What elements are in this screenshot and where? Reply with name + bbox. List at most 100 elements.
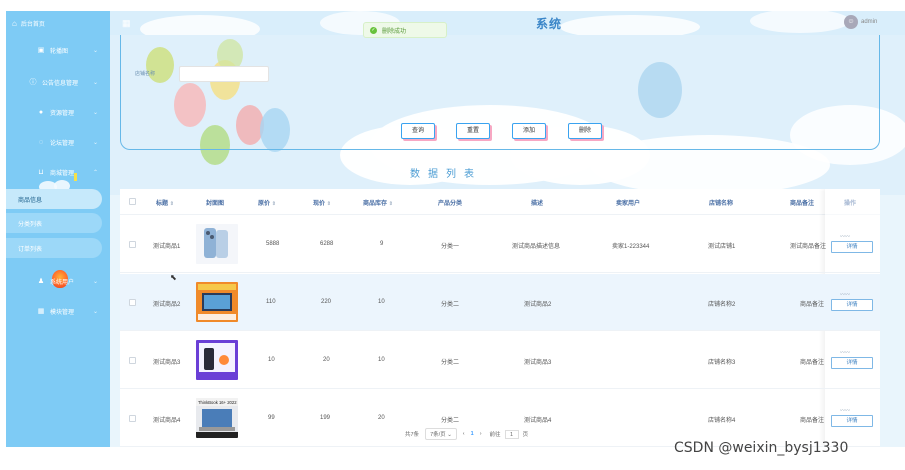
product-table: 标题 ⇕ 封面图 原价 ⇕ 现价 ⇕ 商品库存 ⇕ 产品分类 描述 卖家用户 店… <box>120 189 880 447</box>
sidebar-home-label: 后台首页 <box>20 21 45 28</box>
cell-stock: 20 <box>378 415 385 421</box>
cell-note: 商品备注 <box>800 302 825 308</box>
location-icon: ● <box>38 108 44 116</box>
select-all-checkbox[interactable] <box>129 198 136 205</box>
shop-name-input[interactable] <box>179 66 269 82</box>
sidebar-item-carousel[interactable]: ▣ 轮播图 ⌄ <box>6 39 110 61</box>
sort-icon: ⇕ <box>326 201 331 207</box>
scribble-decoration: 〰︎〰︎ <box>840 408 851 414</box>
prev-page-icon[interactable]: ‹ <box>463 431 465 437</box>
sidebar-item-label: 轮播图 <box>50 48 69 55</box>
watermark-text: CSDN @weixin_bysj1330 <box>674 440 849 456</box>
cell-category: 分类一 <box>441 244 460 250</box>
detail-button[interactable]: 详情 <box>831 241 873 253</box>
table-row: 测试商品3 10 20 10 分类二 测试商品3 店铺名称3 商品备注 〰︎〰︎… <box>120 332 880 389</box>
column-header-price[interactable]: 原价 ⇕ <box>258 198 276 207</box>
sidebar-item-notice[interactable]: ⓘ 公告信息管理 ⌄ <box>6 71 110 93</box>
cell-title: 测试商品4 <box>153 418 181 424</box>
add-button[interactable]: 添加 <box>512 123 546 139</box>
row-checkbox[interactable] <box>129 241 136 248</box>
sidebar-item-label: 论坛管理 <box>50 140 75 147</box>
sidebar-item-users[interactable]: ♟ 系统用户 ⌄ <box>6 270 110 292</box>
sidebar-subitem-categories[interactable]: 分类列表 <box>6 213 102 233</box>
cell-shop: 店铺名称4 <box>708 418 736 424</box>
toast-message: 删除成功 <box>382 28 407 35</box>
cell-description: 测试商品2 <box>524 302 552 308</box>
system-title: 系统 <box>536 17 563 31</box>
scribble-decoration: 〰︎〰︎ <box>840 292 851 298</box>
sidebar-item-label: 公告信息管理 <box>42 80 79 87</box>
row-checkbox[interactable] <box>129 415 136 422</box>
query-button[interactable]: 查询 <box>401 123 435 139</box>
grid-icon: ▦ <box>37 308 45 315</box>
cell-description: 测试商品3 <box>524 360 552 366</box>
column-header-category: 产品分类 <box>438 201 463 207</box>
cell-sale-price: 220 <box>321 299 332 305</box>
cell-sale-price: 6288 <box>320 241 334 247</box>
chevron-down-icon: ⌄ <box>92 79 98 86</box>
username-label[interactable]: admin <box>861 19 877 25</box>
detail-button[interactable]: 详情 <box>831 357 873 369</box>
chevron-down-icon: ⌄ <box>447 432 452 438</box>
table-row: 测试商品1 5888 6288 9 分类一 测试商品描述信息 卖家1-22334… <box>120 216 880 273</box>
cell-note: 测试商品备注 <box>790 244 826 250</box>
monitor-image <box>196 282 238 322</box>
column-header-stock[interactable]: 商品库存 ⇕ <box>363 198 393 207</box>
avatar[interactable]: ☺ <box>844 15 858 29</box>
current-page[interactable]: 1 <box>471 431 474 437</box>
reset-button[interactable]: 重置 <box>456 123 490 139</box>
chevron-down-icon: ⌄ <box>92 308 98 315</box>
goto-label: 前往 <box>489 432 501 438</box>
sidebar-subitem-label: 分类列表 <box>18 221 43 228</box>
scribble-decoration: 〰︎〰︎ <box>840 350 851 356</box>
cell-price: 10 <box>268 357 275 363</box>
detail-button[interactable]: 详情 <box>831 299 873 311</box>
chevron-down-icon: ⌄ <box>92 47 98 54</box>
chevron-down-icon: ⌄ <box>92 139 98 146</box>
sort-icon: ⇕ <box>388 201 393 207</box>
sidebar-subitem-label: 订单列表 <box>18 246 43 253</box>
sidebar-item-label: 模块管理 <box>50 309 75 316</box>
chevron-up-icon: ⌃ <box>92 169 98 176</box>
column-header-sale-price[interactable]: 现价 ⇕ <box>313 198 331 207</box>
cell-title: 测试商品1 <box>153 244 181 250</box>
cell-description: 测试商品4 <box>524 418 552 424</box>
row-checkbox[interactable] <box>129 357 136 364</box>
cell-note: 商品备注 <box>800 360 825 366</box>
mouse-cursor-icon: ⬉ <box>170 273 177 282</box>
sidebar-subitem-products[interactable]: 商品信息 <box>6 189 102 209</box>
scribble-decoration: 〰︎〰︎ <box>840 234 851 240</box>
laptop-image: ThinkBook 16+ 2022 <box>196 398 238 438</box>
cell-shop: 店铺名称2 <box>708 302 736 308</box>
table-row: 测试商品2 110 220 10 分类二 测试商品2 店铺名称2 商品备注 〰︎… <box>120 274 880 331</box>
cell-title: 测试商品2 <box>153 302 181 308</box>
column-header-title[interactable]: 标题 ⇕ <box>156 198 174 207</box>
cell-category: 分类二 <box>441 302 460 308</box>
delete-button[interactable]: 删除 <box>568 123 602 139</box>
chevron-down-icon: ⌄ <box>92 278 98 285</box>
thumb-banner-text: ThinkBook 16+ 2022 <box>198 400 237 405</box>
cell-seller: 卖家1-223344 <box>612 244 650 250</box>
cell-description: 测试商品描述信息 <box>512 244 561 250</box>
column-header-description: 描述 <box>531 201 544 207</box>
sidebar-item-forum[interactable]: ◌ 论坛管理 ⌄ <box>6 131 110 153</box>
sidebar-item-resource[interactable]: ● 资源管理 ⌄ <box>6 101 110 123</box>
detail-button[interactable]: 详情 <box>831 415 873 427</box>
next-page-icon[interactable]: › <box>480 431 482 437</box>
cell-price: 99 <box>268 415 275 421</box>
menu-toggle-icon[interactable]: ▦ <box>122 18 131 29</box>
cell-shop: 店铺名称3 <box>708 360 736 366</box>
sidebar-item-modules[interactable]: ▦ 模块管理 ⌄ <box>6 300 110 322</box>
column-header-seller: 卖家用户 <box>616 201 641 207</box>
shop-name-label: 店铺名称 <box>135 71 156 77</box>
goto-page-input[interactable]: 1 <box>504 429 519 439</box>
page-size-select[interactable]: 7条/页 ⌄ <box>425 428 457 440</box>
sidebar-item-label: 系统用户 <box>50 279 75 286</box>
sidebar-home-link[interactable]: ⌂ 后台首页 <box>12 17 45 29</box>
chevron-down-icon: ⌄ <box>92 109 98 116</box>
top-bar: ▦ 系统 ☺ admin <box>110 11 905 35</box>
phone-blue-image <box>196 224 238 264</box>
table-header: 标题 ⇕ 封面图 原价 ⇕ 现价 ⇕ 商品库存 ⇕ 产品分类 描述 卖家用户 店… <box>120 189 880 215</box>
row-checkbox[interactable] <box>129 299 136 306</box>
sidebar-subitem-orders[interactable]: 订单列表 <box>6 238 102 258</box>
